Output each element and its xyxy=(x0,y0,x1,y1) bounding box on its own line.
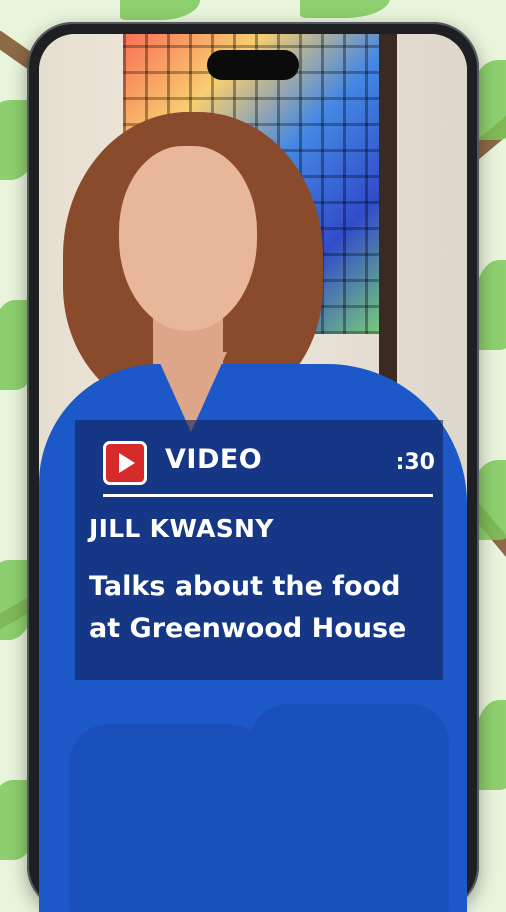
video-label: VIDEO xyxy=(165,444,263,475)
divider xyxy=(103,494,433,497)
video-thumbnail[interactable]: VIDEO :30 JILL KWASNY Talks about the fo… xyxy=(39,34,467,912)
play-icon[interactable] xyxy=(103,441,147,485)
person-face xyxy=(119,146,257,331)
phone-mockup: VIDEO :30 JILL KWASNY Talks about the fo… xyxy=(27,22,479,912)
video-info-card[interactable]: VIDEO :30 JILL KWASNY Talks about the fo… xyxy=(75,420,443,680)
video-duration: :30 xyxy=(395,450,435,475)
video-description-line-1: Talks about the food xyxy=(89,571,401,602)
camera-notch xyxy=(207,50,299,80)
video-description-line-2: at Greenwood House xyxy=(89,613,407,644)
video-description: Talks about the food at Greenwood House xyxy=(89,566,439,650)
speaker-name: JILL KWASNY xyxy=(89,514,274,543)
